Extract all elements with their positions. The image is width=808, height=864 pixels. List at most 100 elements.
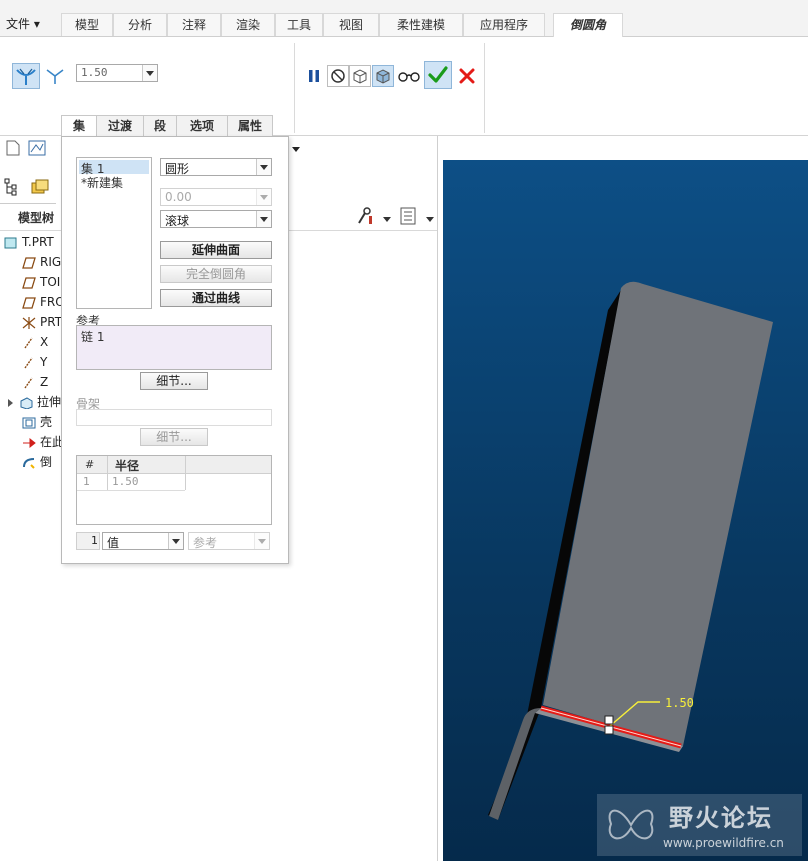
table-row-radius[interactable]: 1.50 bbox=[112, 475, 139, 488]
shape-value: 圆形 bbox=[165, 162, 190, 176]
tab-label: 选项 bbox=[189, 119, 214, 133]
tree-item-axis-z[interactable]: Z bbox=[22, 373, 48, 391]
tree-item-axis-x[interactable]: X bbox=[22, 333, 48, 351]
chevron-down-icon[interactable] bbox=[168, 533, 183, 549]
tab-label: 注释 bbox=[181, 18, 206, 32]
file-menu-button[interactable]: 文件 ▾ bbox=[2, 13, 56, 35]
attachment-preview-button[interactable] bbox=[372, 65, 394, 87]
tab-analysis[interactable]: 分析 bbox=[113, 13, 167, 36]
new-set-label[interactable]: *新建集 bbox=[81, 174, 123, 191]
datum-plane-icon bbox=[22, 276, 36, 289]
graphics-viewport[interactable]: 1.50 bbox=[443, 160, 808, 861]
file-menu-label: 文件 bbox=[6, 17, 31, 31]
tab-transitions[interactable]: 过渡 bbox=[96, 115, 144, 136]
round-shape-select[interactable]: 圆形 bbox=[160, 158, 272, 176]
tree-item-round[interactable]: 倒 bbox=[22, 453, 52, 471]
part-model-graphic[interactable]: 1.50 bbox=[443, 160, 808, 861]
folder-browser-icon[interactable] bbox=[30, 177, 50, 200]
round-feature-icon bbox=[23, 457, 35, 469]
tab-flexible-modeling[interactable]: 柔性建模 bbox=[379, 13, 463, 36]
tab-label: 应用程序 bbox=[479, 18, 528, 32]
tab-sets[interactable]: 集 bbox=[61, 115, 97, 137]
verify-mode-button[interactable] bbox=[397, 65, 421, 87]
extend-surfaces-button[interactable]: 延伸曲面 bbox=[160, 241, 272, 259]
tree-item-right-plane[interactable]: RIG bbox=[22, 253, 61, 271]
confirm-button[interactable] bbox=[424, 61, 452, 89]
shell-icon bbox=[22, 417, 36, 428]
tree-item-label: Y bbox=[40, 355, 48, 369]
value-type-select[interactable]: 值 bbox=[102, 532, 184, 550]
tab-model[interactable]: 模型 bbox=[61, 13, 113, 36]
tree-item-part[interactable]: T.PRT bbox=[4, 233, 54, 251]
tab-annotate[interactable]: 注释 bbox=[167, 13, 221, 36]
drag-handle-bottom[interactable] bbox=[604, 725, 614, 735]
show-list-icon[interactable] bbox=[400, 207, 416, 228]
tab-tools[interactable]: 工具 bbox=[275, 13, 323, 36]
tree-item-csys[interactable]: PRT bbox=[22, 313, 62, 331]
references-collector[interactable]: 链 1 bbox=[76, 325, 272, 370]
column-header-index: # bbox=[85, 458, 95, 471]
references-details-button[interactable]: 细节... bbox=[140, 372, 208, 390]
tab-label: 工具 bbox=[286, 18, 311, 32]
radius-input[interactable]: 1.50 bbox=[76, 64, 158, 82]
table-row-index: 1 bbox=[83, 475, 90, 488]
butterfly-logo-icon bbox=[608, 809, 654, 840]
tab-view[interactable]: 视图 bbox=[323, 13, 379, 36]
tree-item-extrude[interactable]: 拉伸 bbox=[8, 393, 61, 411]
tab-label: 集 bbox=[72, 119, 85, 133]
chevron-down-icon[interactable] bbox=[256, 159, 271, 175]
constant-round-button[interactable] bbox=[12, 63, 40, 89]
tab-applications[interactable]: 应用程序 bbox=[463, 13, 545, 36]
drag-handle-top[interactable] bbox=[604, 715, 614, 725]
sets-list[interactable]: 集 1 *新建集 bbox=[76, 157, 152, 309]
geometry-preview-button[interactable] bbox=[349, 65, 371, 87]
chevron-down-icon[interactable] bbox=[291, 143, 301, 157]
tab-options[interactable]: 选项 bbox=[176, 115, 228, 136]
tree-item-axis-y[interactable]: Y bbox=[22, 353, 47, 371]
through-curve-button[interactable]: 通过曲线 bbox=[160, 289, 272, 307]
sketch-icon[interactable] bbox=[28, 140, 46, 159]
creation-method-select[interactable]: 滚球 bbox=[160, 210, 272, 228]
tree-item-shell[interactable]: 壳 bbox=[22, 413, 52, 431]
chevron-down-icon[interactable] bbox=[426, 212, 434, 226]
watermark-title: 野火论坛 bbox=[669, 804, 773, 832]
reference-type-value: 参考 bbox=[193, 536, 218, 550]
tab-properties[interactable]: 属性 bbox=[227, 115, 273, 136]
no-preview-button[interactable] bbox=[327, 65, 349, 87]
radius-dimension-label[interactable]: 1.50 bbox=[665, 696, 694, 710]
new-file-icon[interactable] bbox=[6, 140, 20, 159]
tree-item-top-plane[interactable]: TOI bbox=[22, 273, 60, 291]
distance-value: 0.00 bbox=[165, 190, 192, 204]
expand-arrow-icon[interactable] bbox=[8, 398, 13, 407]
tab-render[interactable]: 渲染 bbox=[221, 13, 275, 36]
tree-item-insert-here[interactable]: 在此 bbox=[22, 433, 64, 451]
coordinate-system-icon bbox=[22, 316, 36, 329]
row-index-field: 1 bbox=[76, 532, 100, 550]
no-preview-icon bbox=[331, 69, 345, 83]
value-type-value: 值 bbox=[107, 536, 120, 550]
pause-button[interactable] bbox=[303, 65, 325, 87]
skeleton-collector bbox=[76, 409, 272, 426]
reference-type-select: 参考 bbox=[188, 532, 270, 550]
chevron-down-icon[interactable] bbox=[256, 211, 271, 227]
datum-axis-icon bbox=[24, 337, 33, 348]
tree-settings-icon[interactable] bbox=[356, 207, 376, 228]
cancel-button[interactable] bbox=[456, 65, 478, 87]
chevron-down-icon[interactable] bbox=[383, 212, 391, 226]
skeleton-details-button: 细节... bbox=[140, 428, 208, 446]
method-value: 滚球 bbox=[165, 214, 190, 228]
tree-item-label: PRT bbox=[40, 315, 63, 329]
tree-item-front-plane[interactable]: FRO bbox=[22, 293, 65, 311]
box-outline-icon bbox=[353, 69, 367, 84]
reference-chain-item[interactable]: 链 1 bbox=[81, 328, 104, 345]
chamfer-transition-button[interactable] bbox=[42, 63, 68, 89]
tab-label: 渲染 bbox=[235, 18, 260, 32]
datum-axis-icon bbox=[24, 377, 33, 388]
model-tree-tab-icon[interactable] bbox=[4, 178, 20, 199]
tab-round[interactable]: 倒圆角 bbox=[553, 13, 623, 37]
chevron-down-icon[interactable] bbox=[142, 65, 157, 81]
round-set-icon bbox=[16, 68, 36, 85]
pause-icon bbox=[309, 70, 319, 82]
tree-item-label: T.PRT bbox=[22, 235, 54, 249]
tab-pieces[interactable]: 段 bbox=[143, 115, 177, 136]
